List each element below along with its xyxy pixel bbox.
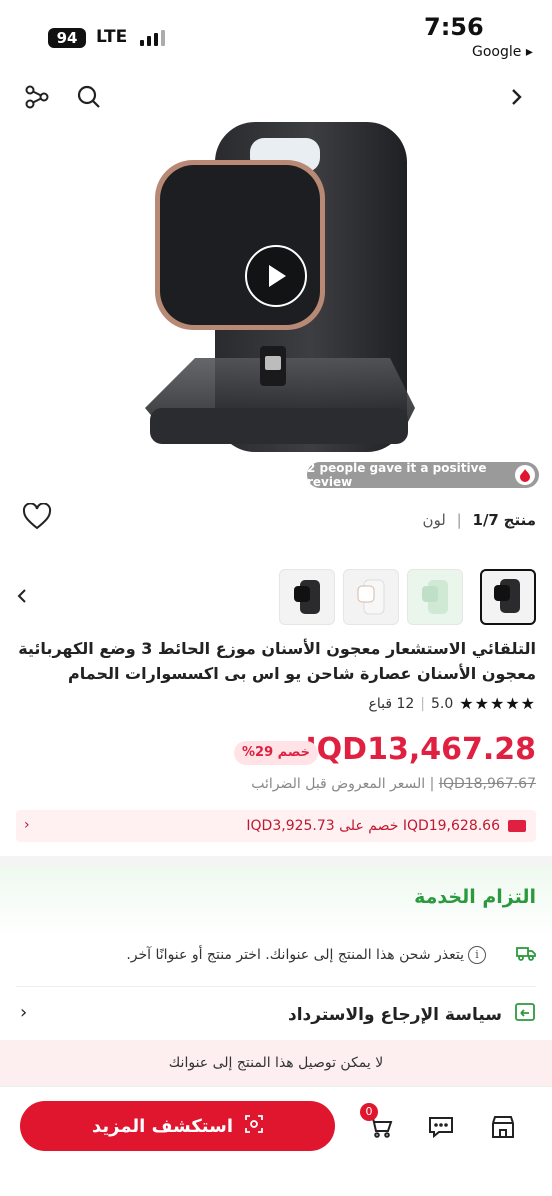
original-price: IQD18,967.67: [438, 776, 536, 792]
variant-label: منتج: [503, 511, 536, 529]
star-rating-icon: ★★★★★: [459, 694, 536, 713]
chevron-left-icon: ‹: [24, 817, 30, 833]
favorite-heart-icon[interactable]: [22, 502, 52, 531]
chevron-left-icon[interactable]: [16, 587, 28, 610]
shipping-row[interactable]: i يتعذر شحن هذا المنتج إلى عنوانك. اختر …: [16, 945, 536, 965]
battery-indicator: 94: [48, 28, 86, 48]
product-title: التلقائي الاستشعار معجون الأسنان موزع ال…: [18, 639, 536, 683]
color-label: لون: [422, 511, 446, 529]
shipping-text: يتعذر شحن هذا المنتج إلى عنوانك. اختر من…: [126, 947, 464, 963]
service-title: التزام الخدمة: [414, 886, 536, 908]
variant-selector[interactable]: منتج 1/7 | لون: [423, 511, 536, 529]
row-divider: [16, 986, 536, 987]
explore-more-button[interactable]: استكشف المزيد: [20, 1101, 335, 1151]
status-time: 7:56: [424, 13, 484, 41]
review-pill-text: 2 people gave it a positive review: [307, 461, 487, 489]
chat-icon[interactable]: [426, 1112, 456, 1142]
delivery-notice: لا يمكن توصيل هذا المنتج إلى عنوانك: [0, 1040, 552, 1086]
original-price-row: IQD18,967.67 | السعر المعروض قبل الضرائب: [251, 776, 536, 792]
coupon-banner[interactable]: IQD19,628.66 خصم على IQD3,925.73 ‹: [16, 810, 536, 842]
return-icon: [514, 1002, 536, 1027]
current-price: IQD13,467.28: [305, 732, 536, 767]
positive-review-badge: 2 people gave it a positive review: [307, 461, 539, 489]
coupon-text: IQD19,628.66 خصم على IQD3,925.73: [246, 818, 500, 834]
thumbnail-green[interactable]: [407, 569, 463, 625]
status-bar: 94 LTE 7:56 Google ▸: [0, 0, 552, 72]
fire-icon: [515, 465, 535, 485]
sold-count: 12 قباع: [368, 695, 415, 712]
thumbnail-black-selected[interactable]: [480, 569, 536, 625]
chevron-right-icon[interactable]: [502, 82, 532, 112]
truck-icon: [516, 945, 536, 965]
return-policy-row[interactable]: سياسة الإرجاع والاسترداد ‹: [16, 1002, 536, 1027]
share-icon[interactable]: [22, 82, 52, 112]
back-to-app-link[interactable]: Google ▸: [472, 44, 533, 60]
rating-value: 5.0: [431, 695, 454, 712]
original-price-note: | السعر المعروض قبل الضرائب: [251, 776, 435, 792]
thumbnail-black-1[interactable]: [279, 569, 335, 625]
play-video-button[interactable]: [245, 245, 307, 307]
chevron-left-icon: ‹: [20, 1002, 28, 1023]
cart-count-badge: 0: [360, 1103, 378, 1121]
rating-row[interactable]: ★★★★★ 5.0 | 12 قباع: [368, 694, 536, 713]
variant-count: 1/7: [472, 511, 499, 529]
info-icon: i: [468, 946, 486, 964]
network-type: LTE: [96, 27, 128, 47]
thumbnail-white[interactable]: [343, 569, 399, 625]
return-policy-label: سياسة الإرجاع والاسترداد: [288, 1004, 502, 1025]
store-icon[interactable]: [488, 1112, 518, 1142]
explore-more-label: استكشف المزيد: [91, 1115, 234, 1137]
signal-icon: [140, 30, 166, 46]
discount-badge: خصم 29%: [234, 741, 319, 765]
scan-icon: [245, 1114, 263, 1138]
coupon-icon: [508, 820, 526, 832]
section-divider: [0, 856, 552, 866]
